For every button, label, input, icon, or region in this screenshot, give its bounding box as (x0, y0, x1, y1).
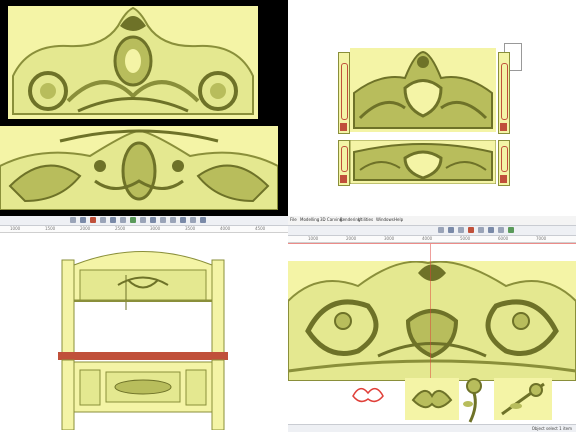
bed-frame-drawing (58, 240, 228, 430)
bird-outline-sketch (348, 381, 388, 411)
toolbar-icon[interactable] (498, 227, 504, 233)
ruler-tick: 3500 (185, 226, 196, 231)
ruler-tick: 6000 (498, 236, 509, 241)
menu-item-3d-carving[interactable]: 3D Carving (320, 217, 342, 222)
toolbar-icon[interactable] (190, 217, 196, 223)
footboard-relief (350, 140, 496, 184)
horizontal-ruler: 1000 1500 2000 2500 3000 3500 4000 4500 (0, 226, 288, 233)
status-text: Object select 1 item (531, 426, 572, 431)
menu-item-utilities[interactable]: Utilities (358, 217, 373, 222)
ruler-tick: 3000 (150, 226, 161, 231)
menu-item-file[interactable]: File (290, 217, 297, 222)
relief-thumb-flower[interactable] (460, 376, 488, 424)
toolbar-icon[interactable] (200, 217, 206, 223)
relief-thumb-bird[interactable] (405, 378, 459, 420)
toolbar-icon[interactable] (170, 217, 176, 223)
menu-item-windows[interactable]: Windows (376, 217, 394, 222)
red-guide-vertical (430, 244, 431, 384)
toolbar-icon[interactable] (80, 217, 86, 223)
toolbar-icon[interactable] (458, 227, 464, 233)
ruler-tick: 1000 (10, 226, 21, 231)
toolbar-icon[interactable] (140, 217, 146, 223)
status-bar: Object select 1 item (288, 424, 576, 432)
headboard-relief-top (8, 6, 258, 119)
side-post-right-upper (498, 52, 510, 134)
side-post-left-upper (338, 52, 350, 134)
ruler-tick: 2000 (80, 226, 91, 231)
toolbar-icon[interactable] (438, 227, 444, 233)
toolbar (288, 226, 576, 236)
ruler-tick: 4500 (255, 226, 266, 231)
toolbar-icon[interactable] (90, 217, 96, 223)
panel-bottom-right: File Modelling 3D Carving Rendering Util… (288, 216, 576, 432)
panel-top-left (0, 0, 288, 216)
panel-top-right (288, 0, 576, 216)
side-post-left-lower (338, 140, 350, 186)
toolbar-icon[interactable] (508, 227, 514, 233)
panel-bottom-left: 1000 1500 2000 2500 3000 3500 4000 4500 (0, 216, 288, 432)
toolbar-icon[interactable] (150, 217, 156, 223)
ruler-tick: 3000 (384, 236, 395, 241)
menu-item-help[interactable]: Help (394, 217, 403, 222)
toolbar-icon[interactable] (448, 227, 454, 233)
ruler-tick: 5000 (460, 236, 471, 241)
toolbar-icon[interactable] (468, 227, 474, 233)
menu-bar: File Modelling 3D Carving Rendering Util… (288, 216, 576, 226)
toolbar-icon[interactable] (70, 217, 76, 223)
ruler-tick: 1500 (45, 226, 56, 231)
side-post-right-lower (498, 140, 510, 186)
toolbar-icon[interactable] (110, 217, 116, 223)
headboard-relief-bottom (0, 126, 278, 210)
toolbar-icon[interactable] (478, 227, 484, 233)
toolbar-icon[interactable] (120, 217, 126, 223)
toolbar-icon[interactable] (160, 217, 166, 223)
headboard-relief (350, 48, 496, 132)
horizontal-ruler: 1000 2000 3000 4000 5000 6000 7000 (288, 236, 576, 243)
toolbar (0, 216, 288, 226)
ruler-tick: 4000 (422, 236, 433, 241)
relief-thumb-branch[interactable] (494, 378, 552, 420)
ruler-tick: 4000 (220, 226, 231, 231)
toolbar-icon[interactable] (488, 227, 494, 233)
ruler-tick: 2000 (346, 236, 357, 241)
toolbar-icon[interactable] (180, 217, 186, 223)
ruler-tick: 7000 (536, 236, 547, 241)
ruler-tick: 2500 (115, 226, 126, 231)
toolbar-icon[interactable] (130, 217, 136, 223)
menu-item-modelling[interactable]: Modelling (300, 217, 319, 222)
ruler-tick: 1000 (308, 236, 319, 241)
red-guide-line (288, 243, 576, 244)
headboard-relief-detail (288, 261, 576, 381)
toolbar-icon[interactable] (100, 217, 106, 223)
